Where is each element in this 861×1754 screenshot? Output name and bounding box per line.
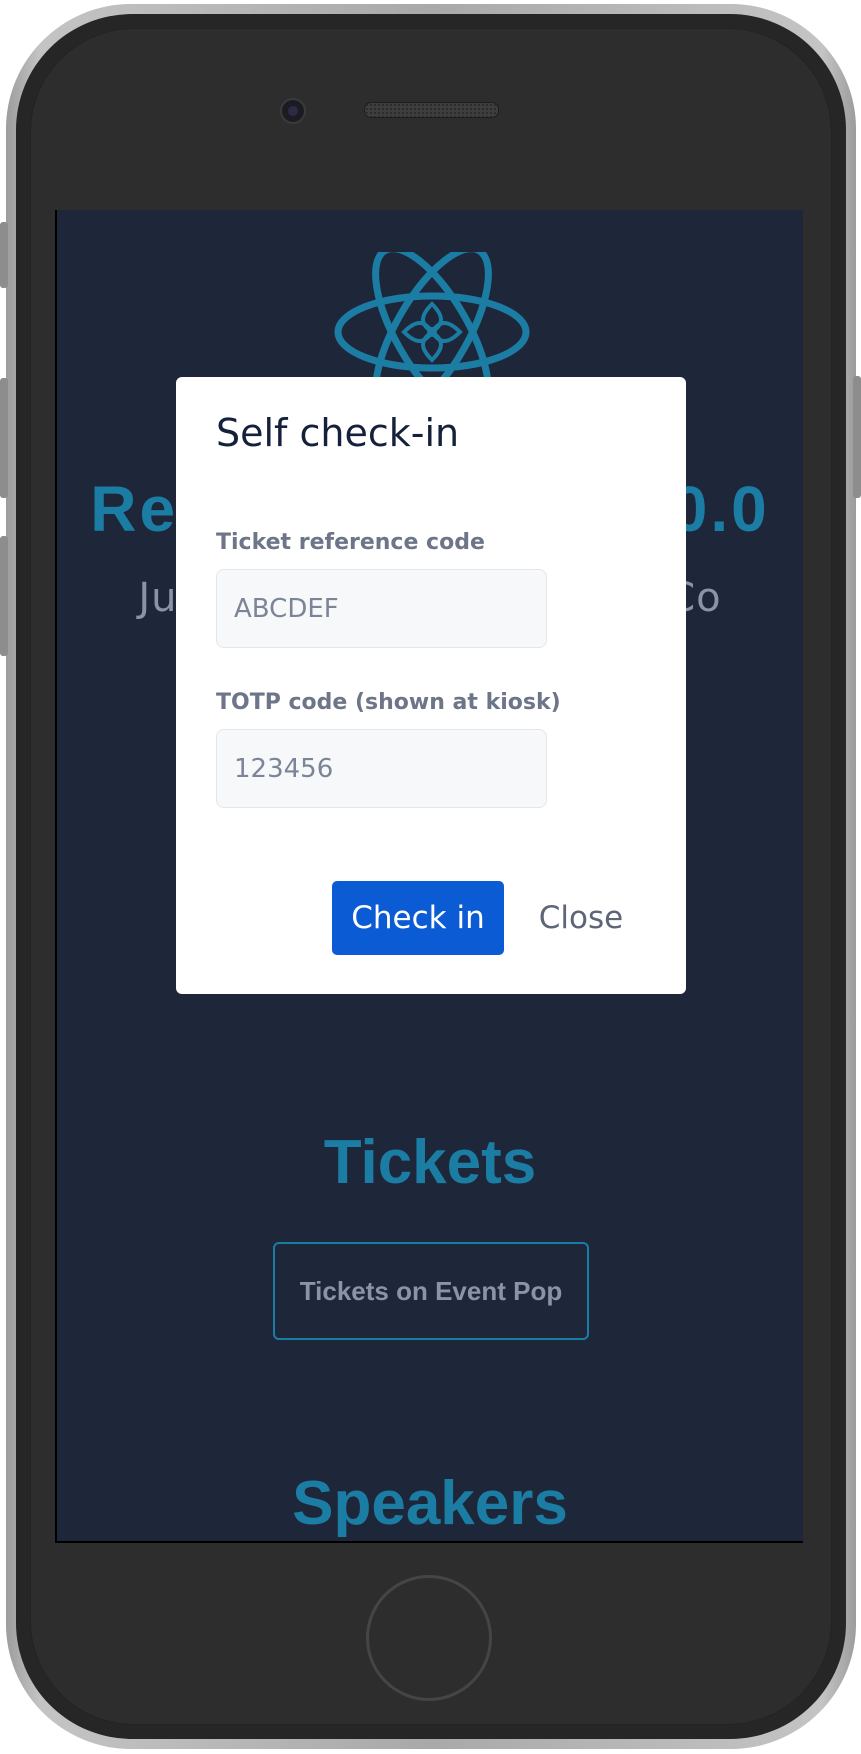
modal-title: Self check-in bbox=[216, 411, 460, 455]
home-button[interactable] bbox=[366, 1575, 492, 1701]
check-in-button[interactable]: Check in bbox=[332, 881, 504, 955]
ticket-reference-input[interactable] bbox=[216, 569, 547, 648]
close-button[interactable]: Close bbox=[526, 881, 636, 955]
front-camera bbox=[280, 98, 306, 124]
phone-mute-switch bbox=[0, 222, 8, 288]
speakers-heading: Speakers bbox=[292, 1469, 568, 1538]
ticket-reference-label: Ticket reference code bbox=[216, 530, 485, 555]
earpiece-speaker bbox=[364, 102, 499, 118]
phone-power-button bbox=[853, 376, 861, 498]
self-check-in-modal: Self check-in Ticket reference code TOTP… bbox=[176, 377, 686, 994]
tickets-heading: Tickets bbox=[323, 1128, 537, 1197]
totp-code-input[interactable] bbox=[216, 729, 547, 808]
tickets-on-event-pop-link[interactable]: Tickets on Event Pop bbox=[273, 1242, 589, 1340]
phone-volume-down-button bbox=[0, 536, 8, 656]
totp-code-label: TOTP code (shown at kiosk) bbox=[216, 690, 561, 715]
phone-volume-up-button bbox=[0, 378, 8, 498]
